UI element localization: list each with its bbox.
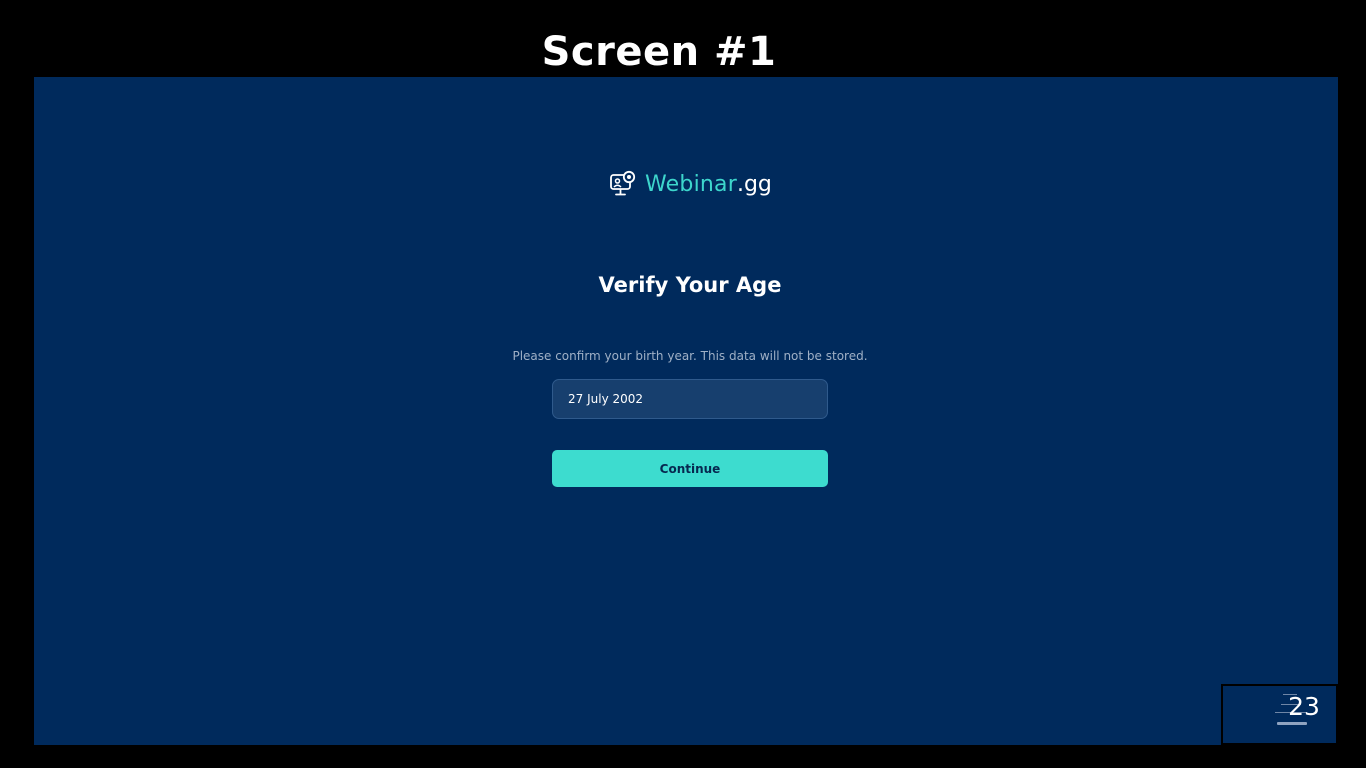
monitor-user-icon [610,170,636,196]
app-screen: Webinar .gg Verify Your Age Please confir… [34,77,1338,745]
brand-tld: .gg [736,171,772,197]
brand-logo: Webinar .gg [609,170,772,198]
page-subtitle: Please confirm your birth year. This dat… [512,349,868,363]
brand-name: Webinar [645,171,737,197]
continue-button[interactable]: Continue [552,450,828,487]
slide-heading: Screen #1 [541,29,777,75]
page-title: Verify Your Age [598,273,782,297]
page-number: 23 [1288,692,1320,721]
birthdate-input[interactable] [552,379,828,419]
